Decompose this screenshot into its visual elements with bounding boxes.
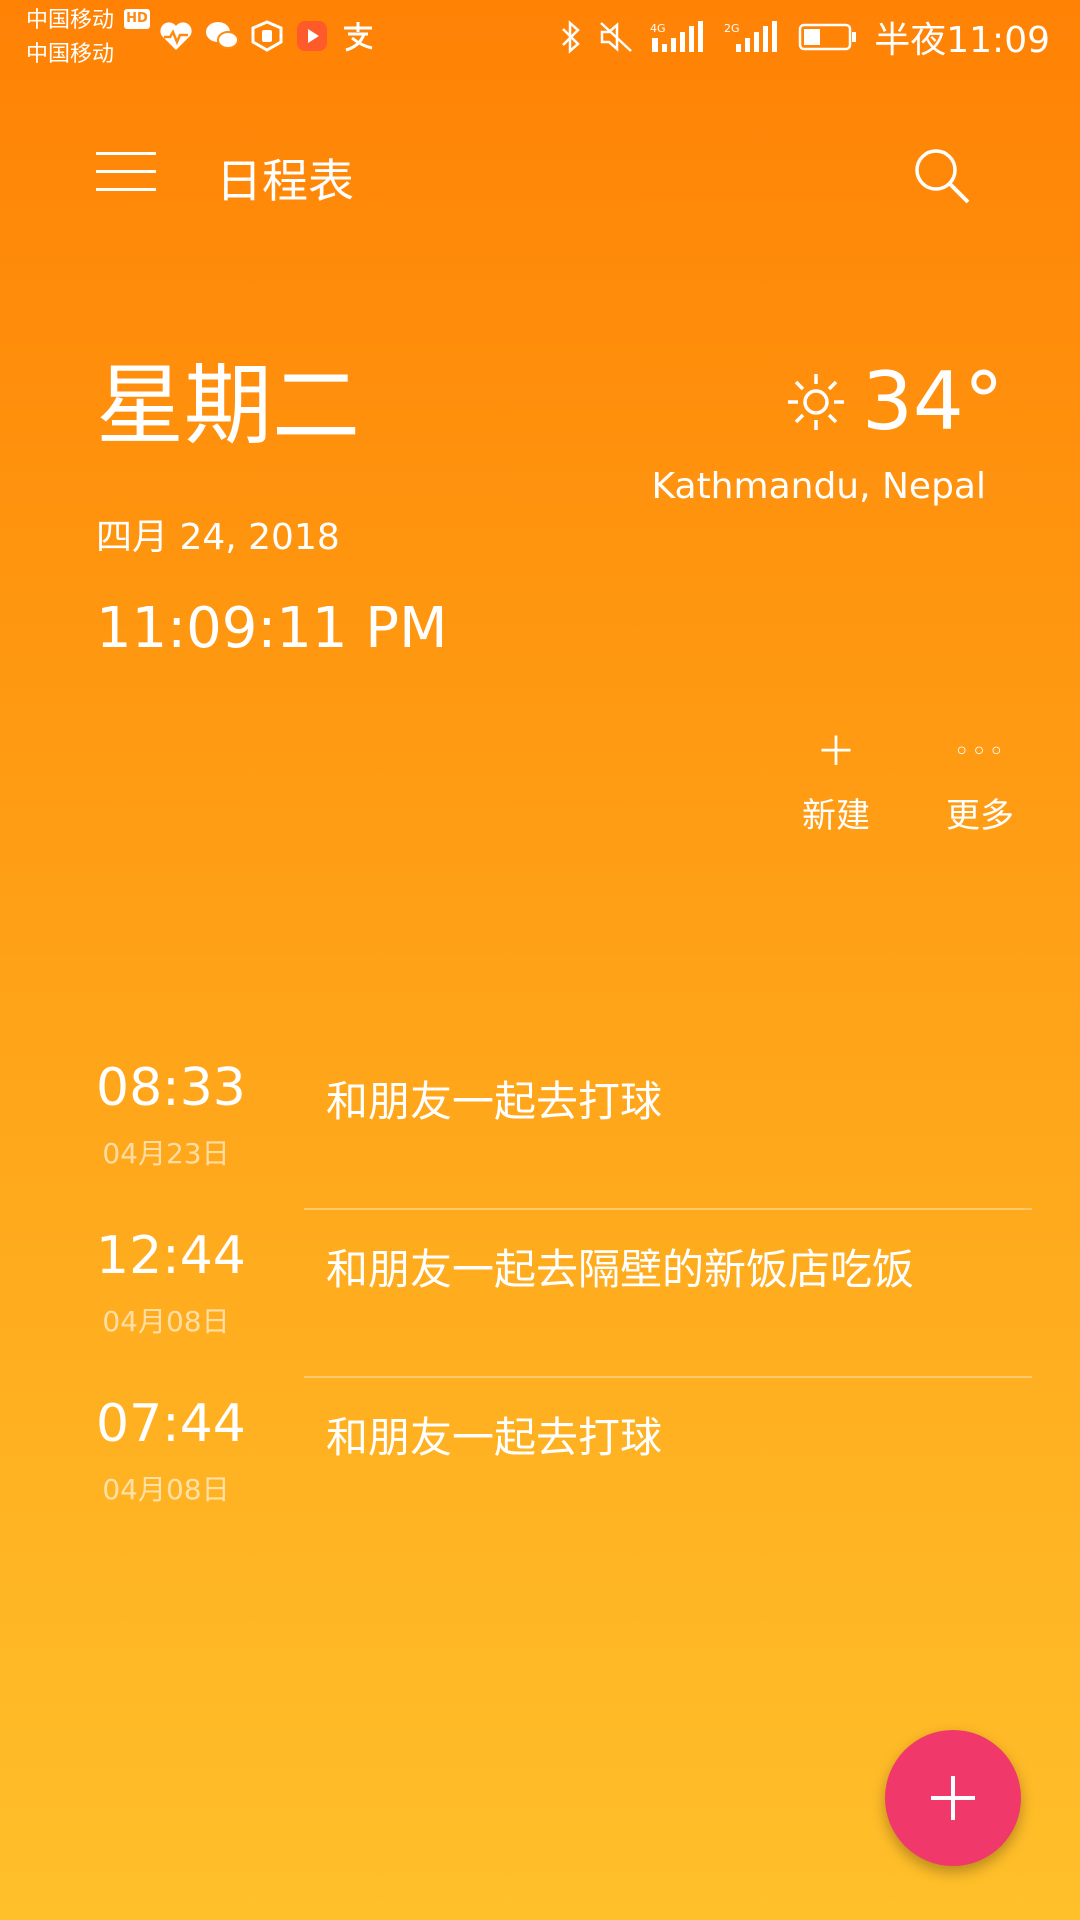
status-clock: 半夜11:09 <box>874 20 1050 61</box>
signal-2g-icon: 2G <box>724 21 778 52</box>
weekday-heading: 星期二 <box>96 354 361 457</box>
item-date: 04月08日 <box>102 1473 230 1506</box>
more-button[interactable]: ◦◦◦ 更多 <box>910 732 1050 837</box>
status-right-group: 4G 2G 半夜11:09 <box>560 12 1050 62</box>
search-icon[interactable] <box>912 146 972 206</box>
sun-icon <box>788 374 844 430</box>
weather-location: Kathmandu, Nepal <box>651 466 986 507</box>
carrier-label-1: 中国移动 <box>26 8 115 33</box>
item-time: 12:44 <box>96 1226 246 1286</box>
item-title: 和朋友一起去打球 <box>326 1077 663 1126</box>
temperature: 34° <box>862 355 1004 448</box>
mute-icon <box>600 22 633 52</box>
new-event-button[interactable]: ＋ 新建 <box>766 732 906 837</box>
add-event-fab[interactable] <box>885 1730 1021 1866</box>
calendar-screen: 中国移动 中国移动 HD 4G 2G 半夜11:09 日程表 星期二 四月 24… <box>0 0 1080 1920</box>
item-time: 07:44 <box>96 1394 246 1454</box>
svg-text:2G: 2G <box>724 22 740 35</box>
item-date: 04月08日 <box>102 1305 230 1338</box>
status-bar: 中国移动 中国移动 HD 4G 2G 半夜11:09 <box>0 0 1080 75</box>
schedule-item[interactable]: 12:44 04月08日 和朋友一起去隔壁的新饭店吃饭 <box>0 1208 1080 1376</box>
item-date: 04月23日 <box>102 1137 230 1170</box>
more-dots-icon: ◦◦◦ <box>953 737 1006 767</box>
page-title: 日程表 <box>216 154 354 208</box>
wechat-icon <box>206 22 239 49</box>
item-title: 和朋友一起去隔壁的新饭店吃饭 <box>326 1245 915 1294</box>
fab-plus-icon-vertical <box>951 1776 955 1820</box>
bluetooth-icon <box>562 20 581 54</box>
video-app-icon <box>297 21 327 51</box>
hd-badge: HD <box>124 9 150 29</box>
plus-icon: ＋ <box>816 729 856 775</box>
battery-icon <box>799 23 857 51</box>
current-time: 11:09:11 PM <box>96 596 448 661</box>
svg-text:4G: 4G <box>650 22 666 35</box>
health-icon <box>160 22 192 50</box>
current-date: 四月 24, 2018 <box>96 517 340 558</box>
item-title: 和朋友一起去打球 <box>326 1413 663 1462</box>
carrier-label-2: 中国移动 <box>26 42 115 67</box>
signal-4g-icon: 4G <box>650 21 704 52</box>
item-time: 08:33 <box>96 1058 246 1118</box>
menu-icon[interactable] <box>96 150 156 194</box>
alipay-icon <box>344 22 373 52</box>
new-event-label: 新建 <box>802 796 870 836</box>
schedule-item[interactable]: 07:44 04月08日 和朋友一起去打球 <box>0 1376 1080 1544</box>
shield-hand-icon <box>251 20 283 52</box>
schedule-item[interactable]: 08:33 04月23日 和朋友一起去打球 <box>0 1040 1080 1208</box>
more-label: 更多 <box>946 796 1014 836</box>
